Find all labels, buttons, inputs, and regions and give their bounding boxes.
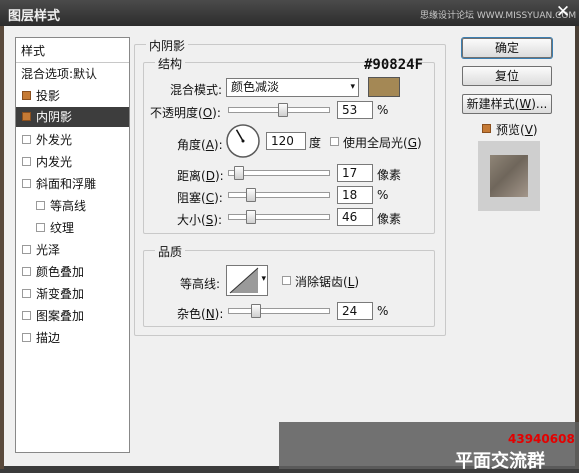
choke-label: 阻塞(C): <box>177 191 223 205</box>
checkbox[interactable] <box>22 179 31 188</box>
list-item-label: 投影 <box>36 89 61 103</box>
list-item-color-overlay[interactable]: 颜色叠加 <box>16 262 129 282</box>
list-item-label: 内阴影 <box>36 110 73 124</box>
checkbox[interactable] <box>36 201 45 210</box>
checkbox[interactable] <box>22 333 31 342</box>
checkbox[interactable] <box>22 267 31 276</box>
noise-input[interactable]: 24 <box>337 302 373 320</box>
list-item-pattern-overlay[interactable]: 图案叠加 <box>16 306 129 326</box>
style-list: 样式 混合选项:默认 投影 内阴影 外发光 内发光 斜面和浮雕 等高线 纹理 光… <box>15 37 130 453</box>
reset-button[interactable]: 复位 <box>462 66 552 86</box>
list-item-label: 渐变叠加 <box>36 287 85 301</box>
contour-preview-icon <box>229 267 259 294</box>
chevron-down-icon: ▾ <box>350 82 355 92</box>
noise-slider[interactable] <box>228 304 330 318</box>
list-item-label: 颜色叠加 <box>36 265 85 279</box>
checkbox[interactable] <box>22 311 31 320</box>
opacity-input[interactable]: 53 <box>337 101 373 119</box>
close-icon[interactable]: ✕ <box>552 2 574 22</box>
list-item-label: 斜面和浮雕 <box>36 177 97 191</box>
noise-unit: % <box>377 304 389 318</box>
noise-slider-thumb[interactable] <box>251 304 261 318</box>
inner-shadow-title: 内阴影 <box>146 37 189 54</box>
contour-label: 等高线: <box>180 277 221 291</box>
angle-label: 角度(A): <box>177 138 223 152</box>
preview-swatch <box>490 155 528 197</box>
choke-input[interactable]: 18 <box>337 186 373 204</box>
size-unit: 像素 <box>377 212 402 226</box>
group-name: 平面交流群 <box>455 451 545 472</box>
checkbox[interactable] <box>36 223 45 232</box>
preview-thumbnail <box>478 141 540 211</box>
blend-mode-label: 混合模式: <box>170 83 223 97</box>
distance-label: 距离(D): <box>177 169 224 183</box>
size-input[interactable]: 46 <box>337 208 373 226</box>
quality-title: 品质 <box>155 243 186 260</box>
antialias-label: 消除锯齿(L) <box>295 275 360 289</box>
size-slider[interactable] <box>228 210 330 224</box>
angle-dial[interactable] <box>225 123 261 159</box>
shadow-color-swatch[interactable] <box>368 77 400 97</box>
list-item-label: 描边 <box>36 331 61 345</box>
choke-unit: % <box>377 188 389 202</box>
checkbox[interactable] <box>22 91 31 100</box>
checkbox[interactable] <box>22 289 31 298</box>
checkbox[interactable] <box>22 157 31 166</box>
checkbox[interactable] <box>22 112 31 121</box>
list-item-texture[interactable]: 纹理 <box>16 218 129 238</box>
color-hex-annotation: #90824F <box>364 57 424 73</box>
global-light-label: 使用全局光(G) <box>343 136 422 150</box>
list-item-label: 光泽 <box>36 243 61 257</box>
list-item-label: 纹理 <box>50 221 75 235</box>
contour-picker[interactable]: ▾ <box>226 265 268 296</box>
list-item-drop-shadow[interactable]: 投影 <box>16 86 129 106</box>
list-item-stroke[interactable]: 描边 <box>16 328 129 348</box>
checkbox[interactable] <box>22 245 31 254</box>
background-edge <box>575 26 579 469</box>
list-item-satin[interactable]: 光泽 <box>16 240 129 260</box>
list-item-inner-glow[interactable]: 内发光 <box>16 152 129 172</box>
list-item-bevel-emboss[interactable]: 斜面和浮雕 <box>16 174 129 194</box>
checkbox[interactable] <box>22 135 31 144</box>
choke-slider[interactable] <box>228 188 330 202</box>
noise-label: 杂色(N): <box>177 307 224 321</box>
window-title: 图层样式 <box>8 9 61 24</box>
chevron-down-icon[interactable]: ▾ <box>261 274 266 284</box>
list-item-contour[interactable]: 等高线 <box>16 196 129 216</box>
size-label: 大小(S): <box>177 213 223 227</box>
opacity-slider-thumb[interactable] <box>278 103 288 117</box>
opacity-label: 不透明度(O): <box>150 106 221 120</box>
opacity-unit: % <box>377 103 389 117</box>
list-item-blending-options[interactable]: 混合选项:默认 <box>16 64 129 84</box>
list-item-label: 混合选项:默认 <box>21 67 98 81</box>
list-item-label: 样式 <box>21 44 46 58</box>
angle-unit: 度 <box>309 136 322 150</box>
preview-checkbox[interactable] <box>482 124 491 133</box>
list-item-outer-glow[interactable]: 外发光 <box>16 130 129 150</box>
list-item-gradient-overlay[interactable]: 渐变叠加 <box>16 284 129 304</box>
list-item-label: 外发光 <box>36 133 73 147</box>
structure-title: 结构 <box>155 55 186 72</box>
ok-button[interactable]: 确定 <box>462 38 552 58</box>
group-number: 43940608 <box>508 432 575 446</box>
preview-label: 预览(V) <box>496 123 538 137</box>
angle-input[interactable]: 120 <box>266 132 306 150</box>
choke-slider-thumb[interactable] <box>246 188 256 202</box>
antialias-checkbox[interactable] <box>282 276 291 285</box>
list-item[interactable]: 样式 <box>16 40 129 63</box>
distance-input[interactable]: 17 <box>337 164 373 182</box>
distance-slider-thumb[interactable] <box>234 166 244 180</box>
list-item-label: 图案叠加 <box>36 309 85 323</box>
distance-slider[interactable] <box>228 166 330 180</box>
size-slider-thumb[interactable] <box>246 210 256 224</box>
list-item-label: 内发光 <box>36 155 73 169</box>
new-style-button[interactable]: 新建样式(W)... <box>462 94 552 114</box>
opacity-slider[interactable] <box>228 103 330 117</box>
list-item-inner-shadow[interactable]: 内阴影 <box>16 107 129 127</box>
list-item-label: 等高线 <box>50 199 87 213</box>
distance-unit: 像素 <box>377 168 402 182</box>
blend-mode-value: 颜色减淡 <box>231 80 280 94</box>
blend-mode-select[interactable]: 颜色减淡 ▾ <box>226 78 359 97</box>
global-light-checkbox[interactable] <box>330 137 339 146</box>
